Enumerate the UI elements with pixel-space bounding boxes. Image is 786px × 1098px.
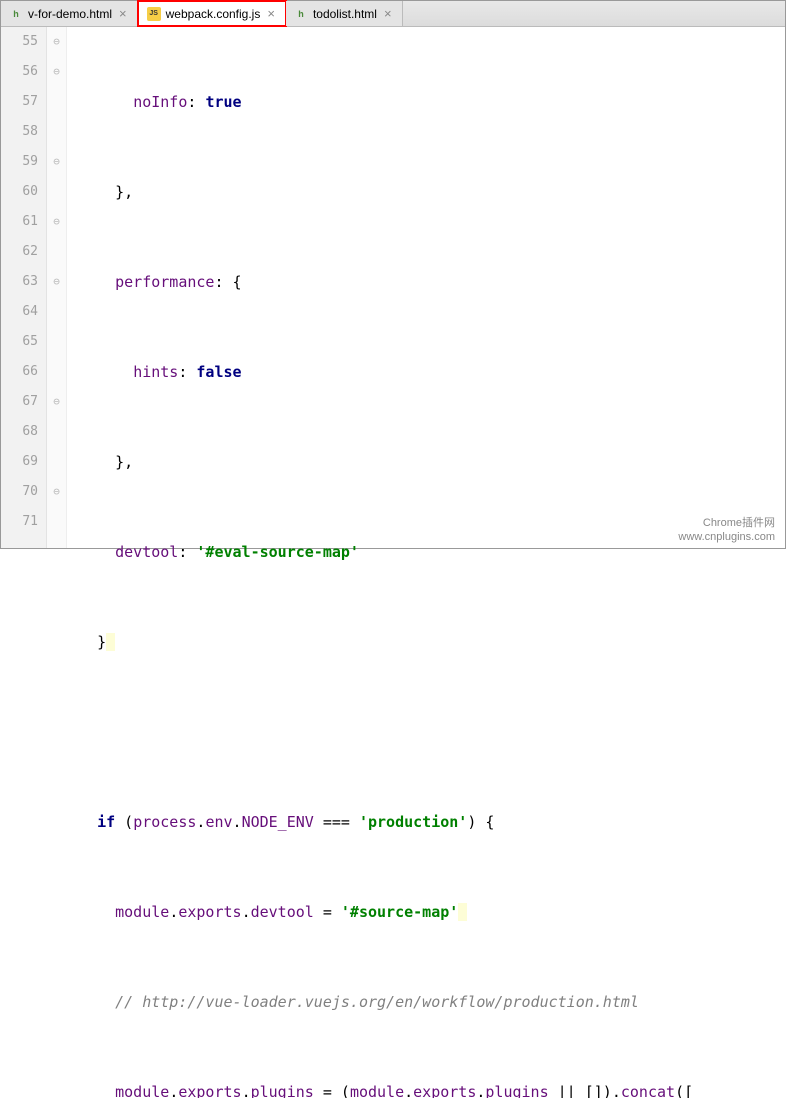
tab-todolist[interactable]: h todolist.html × xyxy=(286,1,403,26)
code-line: }, xyxy=(79,177,785,207)
line-number: 61 xyxy=(1,207,38,237)
line-number: 69 xyxy=(1,447,38,477)
line-number: 63 xyxy=(1,267,38,297)
line-number: 67 xyxy=(1,387,38,417)
tab-webpack-config[interactable]: JS webpack.config.js × xyxy=(137,0,287,27)
line-number: 70 xyxy=(1,477,38,507)
fold-icon[interactable]: ⊖ xyxy=(47,27,66,57)
fold-gutter: ⊖ ⊖ ⊖ ⊖ ⊖ ⊖ ⊖ xyxy=(47,27,67,548)
fold-icon xyxy=(47,177,66,207)
html-file-icon: h xyxy=(9,7,23,21)
close-icon[interactable]: × xyxy=(382,6,394,21)
fold-icon xyxy=(47,117,66,147)
code-line: hints: false xyxy=(79,357,785,387)
fold-icon xyxy=(47,417,66,447)
tab-label: v-for-demo.html xyxy=(28,7,112,21)
line-number: 68 xyxy=(1,417,38,447)
close-icon[interactable]: × xyxy=(265,6,277,21)
fold-icon xyxy=(47,357,66,387)
line-number-gutter: 55 56 57 58 59 60 61 62 63 64 65 66 67 6… xyxy=(1,27,47,548)
fold-icon xyxy=(47,507,66,537)
code-line: if (process.env.NODE_ENV === 'production… xyxy=(79,807,785,837)
code-line: } xyxy=(79,627,785,657)
line-number: 62 xyxy=(1,237,38,267)
line-number: 64 xyxy=(1,297,38,327)
code-line: noInfo: true xyxy=(79,87,785,117)
line-number: 58 xyxy=(1,117,38,147)
watermark: Chrome插件网 www.cnplugins.com xyxy=(678,516,775,544)
js-file-icon: JS xyxy=(147,7,161,21)
tab-v-for-demo[interactable]: h v-for-demo.html × xyxy=(1,1,138,26)
html-file-icon: h xyxy=(294,7,308,21)
fold-icon[interactable]: ⊖ xyxy=(47,387,66,417)
fold-icon xyxy=(47,237,66,267)
fold-icon xyxy=(47,297,66,327)
fold-icon xyxy=(47,327,66,357)
fold-icon[interactable]: ⊖ xyxy=(47,267,66,297)
line-number: 55 xyxy=(1,27,38,57)
code-area[interactable]: noInfo: true }, performance: { hints: fa… xyxy=(67,27,785,548)
line-number: 60 xyxy=(1,177,38,207)
fold-icon[interactable]: ⊖ xyxy=(47,57,66,87)
tab-label: webpack.config.js xyxy=(166,7,261,21)
line-number: 57 xyxy=(1,87,38,117)
line-number: 66 xyxy=(1,357,38,387)
tab-bar: h v-for-demo.html × JS webpack.config.js… xyxy=(1,1,785,27)
fold-icon[interactable]: ⊖ xyxy=(47,477,66,507)
code-line xyxy=(79,717,785,747)
code-line: // http://vue-loader.vuejs.org/en/workfl… xyxy=(79,987,785,1017)
code-line: }, xyxy=(79,447,785,477)
tab-label: todolist.html xyxy=(313,7,377,21)
fold-icon[interactable]: ⊖ xyxy=(47,147,66,177)
line-number: 56 xyxy=(1,57,38,87)
fold-icon xyxy=(47,87,66,117)
code-line: module.exports.devtool = '#source-map' xyxy=(79,897,785,927)
code-line: module.exports.plugins = (module.exports… xyxy=(79,1077,785,1098)
close-icon[interactable]: × xyxy=(117,6,129,21)
code-line: performance: { xyxy=(79,267,785,297)
line-number: 59 xyxy=(1,147,38,177)
code-editor[interactable]: 55 56 57 58 59 60 61 62 63 64 65 66 67 6… xyxy=(1,27,785,548)
line-number: 71 xyxy=(1,507,38,537)
fold-icon[interactable]: ⊖ xyxy=(47,207,66,237)
line-number: 65 xyxy=(1,327,38,357)
fold-icon xyxy=(47,447,66,477)
